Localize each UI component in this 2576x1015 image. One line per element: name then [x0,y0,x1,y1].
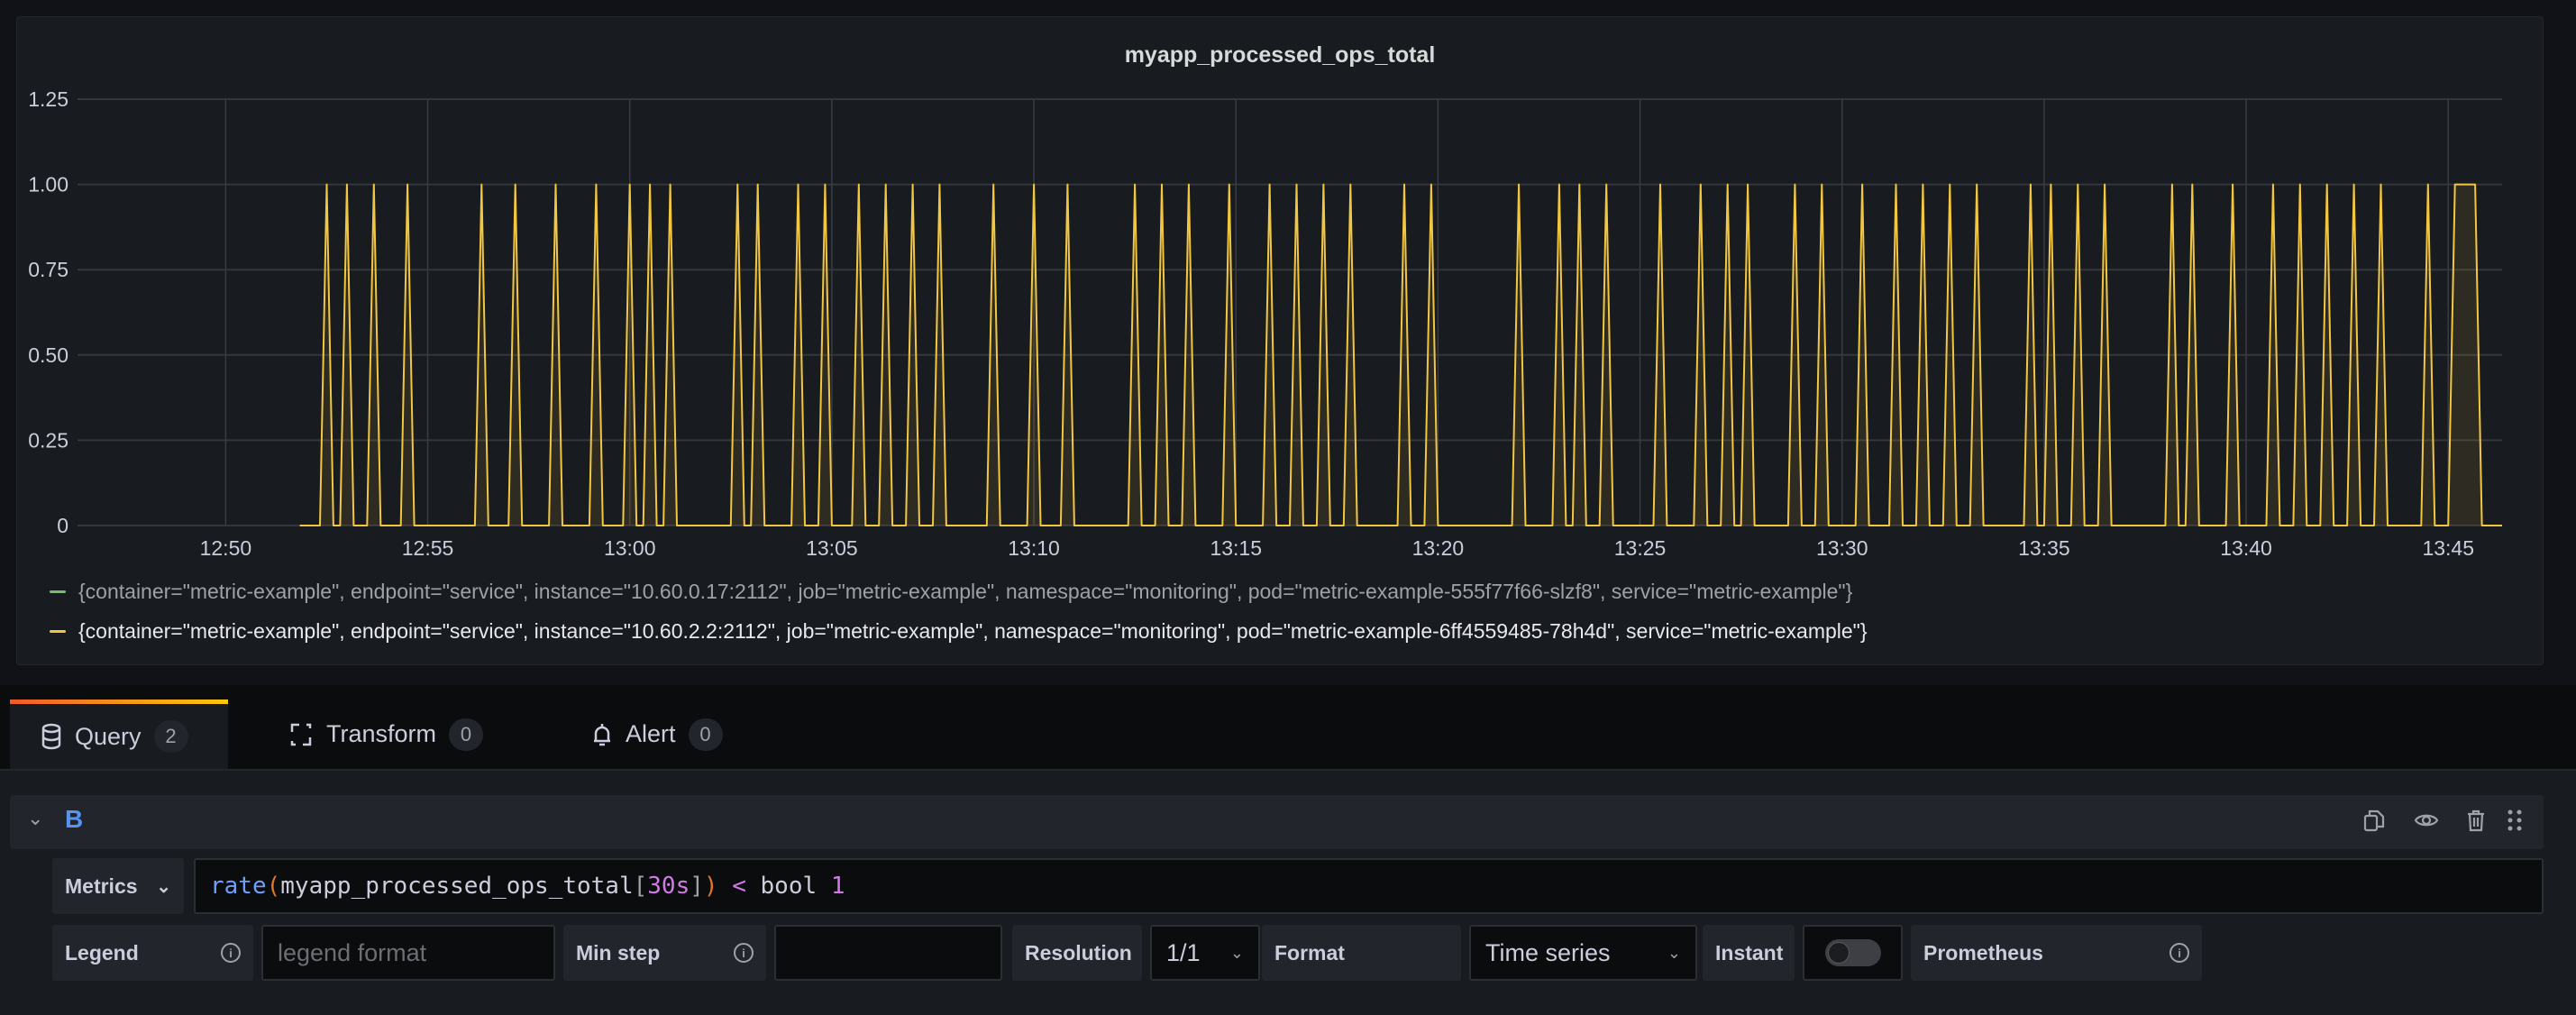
query-token: < [717,873,761,900]
instant-label-text: Instant [1715,940,1784,965]
x-tick-label: 13:00 [604,536,656,560]
x-tick-label: 12:55 [402,536,454,560]
resolution-label-text: Resolution [1025,940,1132,965]
info-icon[interactable]: i [221,943,241,963]
tab-query[interactable]: Query 2 [10,700,228,769]
query-ref-id[interactable]: B [65,805,83,834]
query-count-badge: 2 [153,720,188,753]
tab-alert[interactable]: Alert 0 [591,700,723,769]
chevron-down-icon: ⌄ [1667,943,1681,962]
tab-label: Query [75,722,142,750]
instant-label: Instant [1703,925,1795,981]
promql-query-input[interactable]: rate(myapp_processed_ops_total[30s]) < b… [194,858,2544,914]
bell-icon [594,723,610,745]
x-tick-label: 13:20 [1412,536,1465,560]
transform-count-badge: 0 [449,718,484,751]
query-token: myapp_processed_ops_total [280,873,634,900]
query-token: bool [760,873,831,900]
database-icon [41,723,61,750]
query-token: 30s [647,873,690,900]
metrics-browser-button[interactable]: Metrics ⌄ [52,858,184,914]
tab-label: Transform [326,720,437,747]
y-tick-label: 0.75 [28,258,69,281]
query-token: ( [266,873,281,900]
legend-format-input[interactable]: legend format [261,925,555,981]
trash-icon[interactable] [2463,808,2489,833]
y-tick-label: 0.50 [28,343,69,367]
legend-label-text: Legend [65,940,139,965]
legend-swatch-green [50,590,66,593]
time-series-chart: 0 0.25 0.50 0.75 1.00 1.25 12:50 12:55 13:00 13:0… [28,87,2503,560]
query-token: 1 [830,873,845,900]
y-tick-label: 0.25 [28,428,69,452]
format-value: Time series [1485,938,1611,966]
datasource-label: Prometheus i [1911,925,2202,981]
query-token: ] [690,873,704,900]
x-tick-label: 13:40 [2220,536,2272,560]
min-step-input[interactable] [774,925,1002,981]
x-tick-label: 13:35 [2018,536,2070,560]
chevron-down-icon: ⌄ [1229,943,1244,962]
query-token: rate [210,873,267,900]
alert-count-badge: 0 [688,718,723,751]
format-label-text: Format [1274,940,1345,965]
x-tick-label: 13:45 [2422,536,2474,560]
x-tick-label: 12:50 [200,536,252,560]
legend-item[interactable]: {container="metric-example", endpoint="s… [50,619,1868,644]
query-token: [ [633,873,648,900]
query-token: ) [703,873,718,900]
chevron-down-icon[interactable]: ⌄ [27,807,43,830]
y-tick-label: 1.00 [28,173,69,197]
format-label: Format [1262,925,1461,981]
legend-item[interactable]: {container="metric-example", endpoint="s… [50,580,1852,604]
y-tick-label: 0 [57,514,69,537]
tab-transform[interactable]: Transform 0 [288,700,484,769]
legend-field-label: Legend i [52,925,253,981]
x-tick-label: 13:30 [1816,536,1868,560]
min-step-label: Min step i [563,925,766,981]
datasource-name: Prometheus [1923,940,2043,965]
graph-panel: myapp_processed_ops_total 0 0.25 0.50 0.75 1… [16,16,2544,665]
legend-label: {container="metric-example", endpoint="s… [78,580,1853,603]
instant-toggle-box [1803,925,1903,981]
instant-toggle[interactable] [1824,939,1881,966]
query-row-header [10,795,2544,849]
legend-swatch-yellow [50,630,66,633]
y-tick-label: 1.25 [28,87,69,111]
eye-icon[interactable] [2414,808,2439,833]
resolution-select[interactable]: 1/1 ⌄ [1150,925,1260,981]
min-step-label-text: Min step [576,940,661,965]
metrics-label: Metrics [65,873,138,898]
copy-icon[interactable] [2361,808,2387,833]
info-icon[interactable]: i [2170,943,2189,963]
x-tick-label: 13:25 [1614,536,1667,560]
legend-label: {container="metric-example", endpoint="s… [78,619,1868,643]
transform-icon [290,723,312,745]
resolution-value: 1/1 [1166,938,1201,966]
tab-label: Alert [626,720,676,747]
x-tick-label: 13:05 [806,536,858,560]
x-tick-label: 13:10 [1008,536,1060,560]
x-tick-label: 13:15 [1210,536,1262,560]
info-icon[interactable]: i [734,943,754,963]
format-select[interactable]: Time series ⌄ [1469,925,1697,981]
resolution-label: Resolution [1012,925,1142,981]
chevron-down-icon: ⌄ [156,876,171,897]
drag-handle-icon[interactable] [2502,808,2527,833]
legend-format-placeholder: legend format [278,938,427,966]
